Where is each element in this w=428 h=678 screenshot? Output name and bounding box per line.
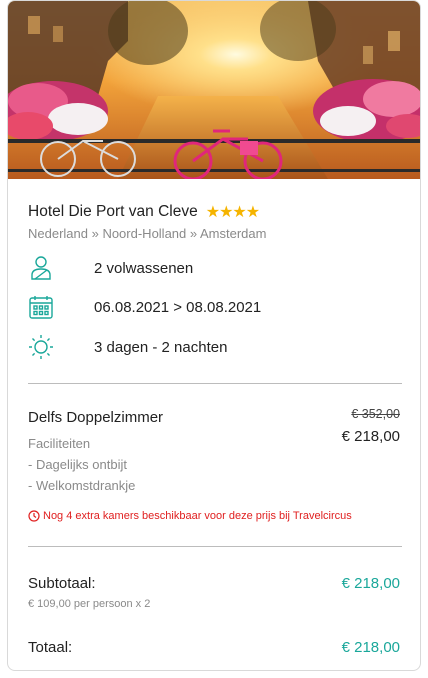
- room-name: Delfs Doppelzimmer: [28, 409, 164, 426]
- hotel-name: Hotel Die Port van Cleve: [28, 203, 198, 220]
- hotel-title-row: Hotel Die Port van Cleve ★★★★: [28, 202, 260, 222]
- guests-row: 2 volwassenen: [28, 255, 193, 281]
- divider: [28, 546, 402, 547]
- total-value: € 218,00: [341, 639, 400, 656]
- sun-icon: [28, 334, 54, 360]
- availability-notice: Nog 4 extra kamers beschikbaar voor deze…: [28, 510, 352, 522]
- room-price: € 218,00: [341, 428, 400, 445]
- subtotal-label: Subtotaal:: [28, 575, 96, 592]
- old-price: € 352,00: [351, 407, 400, 421]
- person-icon: [28, 255, 54, 281]
- facilities-title: Faciliteiten: [28, 436, 91, 451]
- clock-icon: [28, 510, 40, 522]
- star-rating: ★★★★: [205, 204, 260, 221]
- dates-row: 06.08.2021 > 08.08.2021: [28, 294, 261, 320]
- dates-text: 06.08.2021 > 08.08.2021: [94, 298, 262, 316]
- hotel-photo: [8, 1, 420, 179]
- facility-item: - Dagelijks ontbijt: [28, 457, 127, 472]
- guests-text: 2 volwassenen: [94, 259, 194, 277]
- calendar-icon: [28, 294, 54, 320]
- divider: [28, 383, 402, 384]
- hotel-location: Nederland » Noord-Holland » Amsterdam: [28, 226, 267, 241]
- price-per-person: € 109,00 per persoon x 2: [28, 598, 151, 610]
- duration-text: 3 dagen - 2 nachten: [94, 338, 228, 356]
- availability-text: Nog 4 extra kamers beschikbaar voor deze…: [43, 510, 352, 522]
- subtotal-value: € 218,00: [341, 575, 400, 592]
- booking-summary-card: Hotel Die Port van Cleve ★★★★ Nederland …: [7, 0, 421, 671]
- facility-item: - Welkomstdrankje: [28, 478, 136, 493]
- duration-row: 3 dagen - 2 nachten: [28, 334, 227, 360]
- total-label: Totaal:: [28, 639, 73, 656]
